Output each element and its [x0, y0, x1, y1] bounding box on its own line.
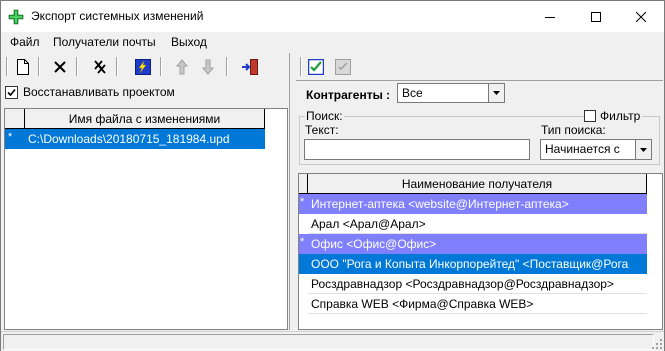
table-row[interactable]: Росздравнадзор <Росздравнадзор@Росздравн… — [299, 274, 647, 294]
contractors-label: Контрагенты : — [306, 88, 391, 102]
row-marker — [299, 274, 308, 294]
select-all-button[interactable] — [304, 55, 327, 78]
filter-panel: Контрагенты : Все Поиск: Фильтр Текст: Т… — [296, 80, 663, 167]
grid-header: Имя файла с изменениями — [5, 109, 287, 129]
search-group-label: Поиск: — [305, 109, 344, 123]
row-marker — [299, 214, 308, 234]
pane-splitter[interactable] — [289, 53, 295, 330]
check-all-icon — [307, 58, 324, 75]
resize-grip-icon[interactable] — [652, 339, 662, 349]
restore-by-project-checkbox[interactable]: Восстанавливать проектом — [5, 84, 175, 100]
header-marker-cell — [5, 109, 25, 129]
main-window: Экспорт системных изменений Файл Получат… — [0, 0, 665, 351]
recipient-cell[interactable]: Росздравнадзор <Росздравнадзор@Росздравн… — [308, 274, 647, 294]
recipients-grid[interactable]: Наименование получателя * Интернет-аптек… — [298, 173, 663, 330]
move-up-button[interactable] — [170, 55, 193, 78]
deselect-all-button[interactable] — [331, 55, 354, 78]
toolbar-separator — [6, 57, 8, 76]
right-toolbar — [296, 53, 663, 80]
checkbox-box[interactable] — [5, 85, 18, 99]
toolbar-separator — [300, 57, 302, 76]
new-file-button[interactable] — [11, 55, 34, 78]
table-row[interactable]: Справка WEB <Фирма@Справка WEB> — [299, 294, 647, 314]
search-type-value: Начинается с — [545, 142, 620, 156]
minimize-button[interactable] — [527, 1, 573, 32]
recipient-cell[interactable]: Арал <Арал@Арал> — [308, 214, 647, 234]
status-panel — [3, 334, 654, 350]
filter-label: Фильтр — [600, 109, 641, 123]
table-row[interactable]: Арал <Арал@Арал> — [299, 214, 647, 234]
lightning-icon — [134, 58, 151, 75]
exit-door-icon — [241, 58, 258, 75]
delete-all-button[interactable] — [88, 55, 111, 78]
table-row[interactable]: * Офис <Офис@Офис> — [299, 234, 647, 254]
status-bar — [1, 331, 664, 351]
contractors-select[interactable]: Все — [397, 83, 505, 103]
run-export-button[interactable] — [131, 55, 154, 78]
delete-button[interactable] — [48, 55, 71, 78]
search-text-input[interactable] — [304, 139, 530, 160]
grid-header: Наименование получателя — [299, 174, 662, 194]
filter-checkbox[interactable]: Фильтр — [584, 109, 643, 123]
row-marker — [299, 294, 308, 314]
chevron-down-icon[interactable] — [635, 140, 651, 159]
toolbar-separator — [76, 57, 78, 76]
app-cross-icon — [8, 9, 24, 25]
row-marker: * — [5, 129, 25, 149]
recipient-cell[interactable]: ООО "Рога и Копыта Инкорпорейтед" <Поста… — [308, 254, 647, 274]
restore-by-project-label: Восстанавливать проектом — [23, 85, 175, 99]
delete-all-icon — [93, 59, 106, 74]
maximize-button[interactable] — [573, 1, 619, 32]
update-files-grid[interactable]: Имя файла с изменениями * C:\Downloads\2… — [4, 108, 288, 330]
new-document-icon — [16, 58, 29, 75]
row-marker — [299, 254, 308, 274]
uncheck-all-icon — [334, 58, 351, 75]
table-row[interactable]: * Интернет-аптека <website@Интернет-апте… — [299, 194, 647, 214]
checkmark-icon — [7, 88, 16, 96]
row-marker: * — [299, 234, 308, 254]
menu-file[interactable]: Файл — [10, 35, 40, 49]
chevron-down-icon[interactable] — [488, 84, 504, 102]
file-name-cell[interactable]: C:\Downloads\20180715_181984.upd — [25, 129, 265, 149]
recipient-cell[interactable]: Интернет-аптека <website@Интернет-аптека… — [308, 194, 647, 214]
row-marker: * — [299, 194, 308, 214]
header-marker-cell — [299, 174, 308, 194]
search-type-label: Тип поиска: — [541, 123, 606, 137]
exit-button[interactable] — [238, 55, 261, 78]
recipient-cell[interactable]: Справка WEB <Фирма@Справка WEB> — [308, 294, 647, 314]
delete-x-icon — [53, 60, 66, 73]
column-header-recipient-name[interactable]: Наименование получателя — [308, 174, 647, 194]
filter-checkbox-box[interactable] — [584, 110, 596, 122]
contractors-value: Все — [402, 86, 423, 100]
search-type-select[interactable]: Начинается с — [540, 139, 652, 160]
column-header-file-name[interactable]: Имя файла с изменениями — [25, 109, 265, 129]
close-button[interactable] — [618, 1, 664, 32]
toolbar-separator — [116, 57, 118, 76]
toolbar-separator — [226, 57, 228, 76]
arrow-up-icon — [175, 58, 188, 74]
text-label: Текст: — [305, 123, 339, 137]
table-row[interactable]: * C:\Downloads\20180715_181984.upd — [5, 129, 265, 149]
left-toolbar — [2, 53, 289, 80]
menu-mail-recipients[interactable]: Получатели почты — [53, 35, 156, 49]
menu-exit[interactable]: Выход — [171, 35, 207, 49]
window-title: Экспорт системных изменений — [31, 9, 204, 23]
toolbar-separator — [160, 57, 162, 76]
menu-bar: Файл Получатели почты Выход — [1, 32, 664, 52]
recipient-cell[interactable]: Офис <Офис@Офис> — [308, 234, 647, 254]
toolbar-separator — [38, 57, 40, 76]
table-row[interactable]: ООО "Рога и Копыта Инкорпорейтед" <Поста… — [299, 254, 647, 274]
move-down-button[interactable] — [196, 55, 219, 78]
title-bar: Экспорт системных изменений — [1, 1, 664, 32]
arrow-down-icon — [201, 59, 214, 75]
